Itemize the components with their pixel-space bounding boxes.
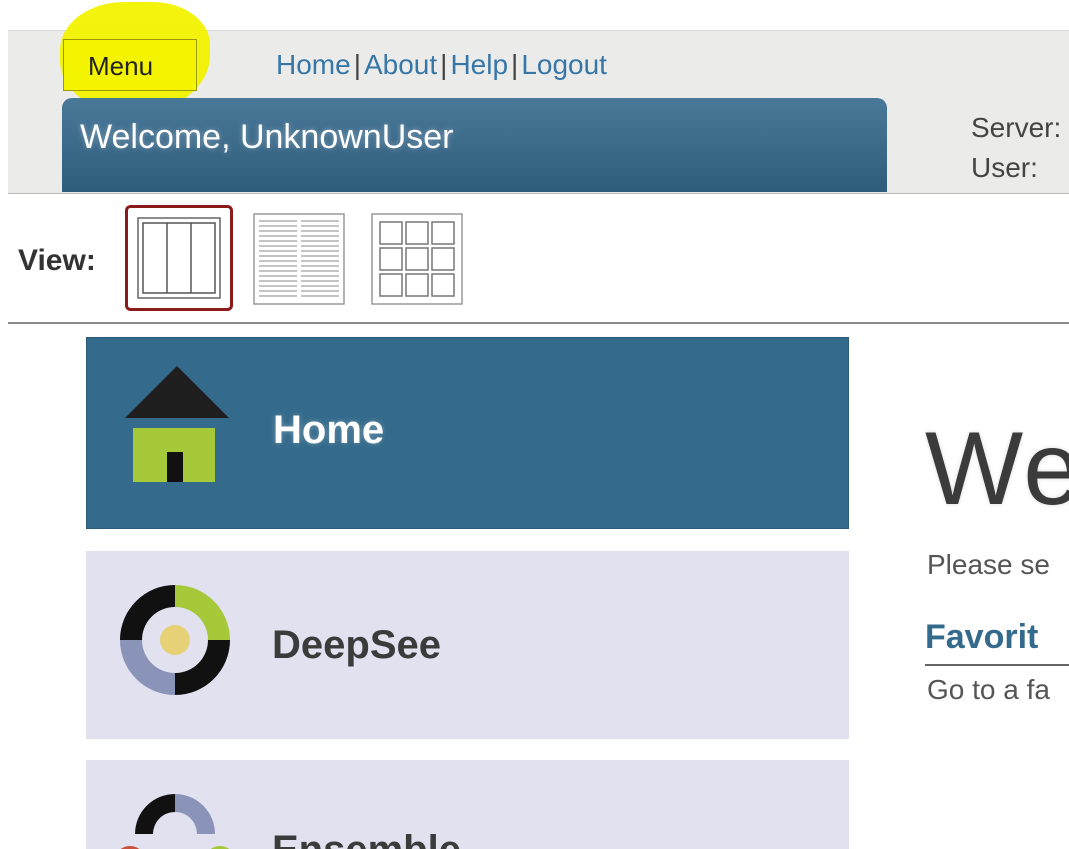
grid-view-icon[interactable] [371, 213, 463, 305]
nav-tile-deepsee[interactable]: DeepSee [86, 551, 849, 739]
home-icon [125, 366, 229, 482]
link-separator: | [511, 49, 519, 80]
deepsee-icon [120, 585, 230, 695]
page-subtitle: Please se [927, 549, 1050, 580]
server-info: Server: User: [971, 108, 1061, 188]
welcome-text: Welcome, UnknownUser [80, 118, 454, 156]
favorites-heading[interactable]: Favorit [925, 618, 1038, 657]
view-divider [8, 322, 1069, 324]
server-label: Server: [971, 112, 1062, 143]
link-separator: | [353, 49, 361, 80]
nav-tile-home[interactable]: Home [86, 337, 849, 529]
nav-label-ensemble: Ensemble [272, 828, 461, 849]
list-view-icon[interactable] [253, 213, 345, 305]
ensemble-icon [120, 794, 230, 849]
page: Menu Home | About | Help | Logout Welcome, Unk… [0, 0, 1069, 849]
nav-tile-ensemble[interactable]: Ensemble [86, 760, 849, 849]
favorites-underline [925, 664, 1069, 666]
menu-button[interactable]: Menu [63, 39, 197, 91]
welcome-bar: Welcome, UnknownUser [62, 98, 887, 192]
favorites-description: Go to a fa [927, 674, 1050, 705]
view-label: View: [18, 244, 96, 277]
help-link[interactable]: Help [450, 49, 508, 80]
nav-label-deepsee: DeepSee [272, 623, 441, 667]
logout-link[interactable]: Logout [521, 49, 607, 80]
home-link[interactable]: Home [276, 49, 351, 80]
columns-view-icon[interactable] [125, 205, 233, 311]
link-separator: | [440, 49, 448, 80]
user-label: User: [971, 152, 1038, 183]
page-title: We [925, 411, 1069, 527]
about-link[interactable]: About [364, 49, 437, 80]
nav-label-home: Home [273, 408, 385, 452]
top-links: Home | About | Help | Logout [276, 49, 607, 81]
